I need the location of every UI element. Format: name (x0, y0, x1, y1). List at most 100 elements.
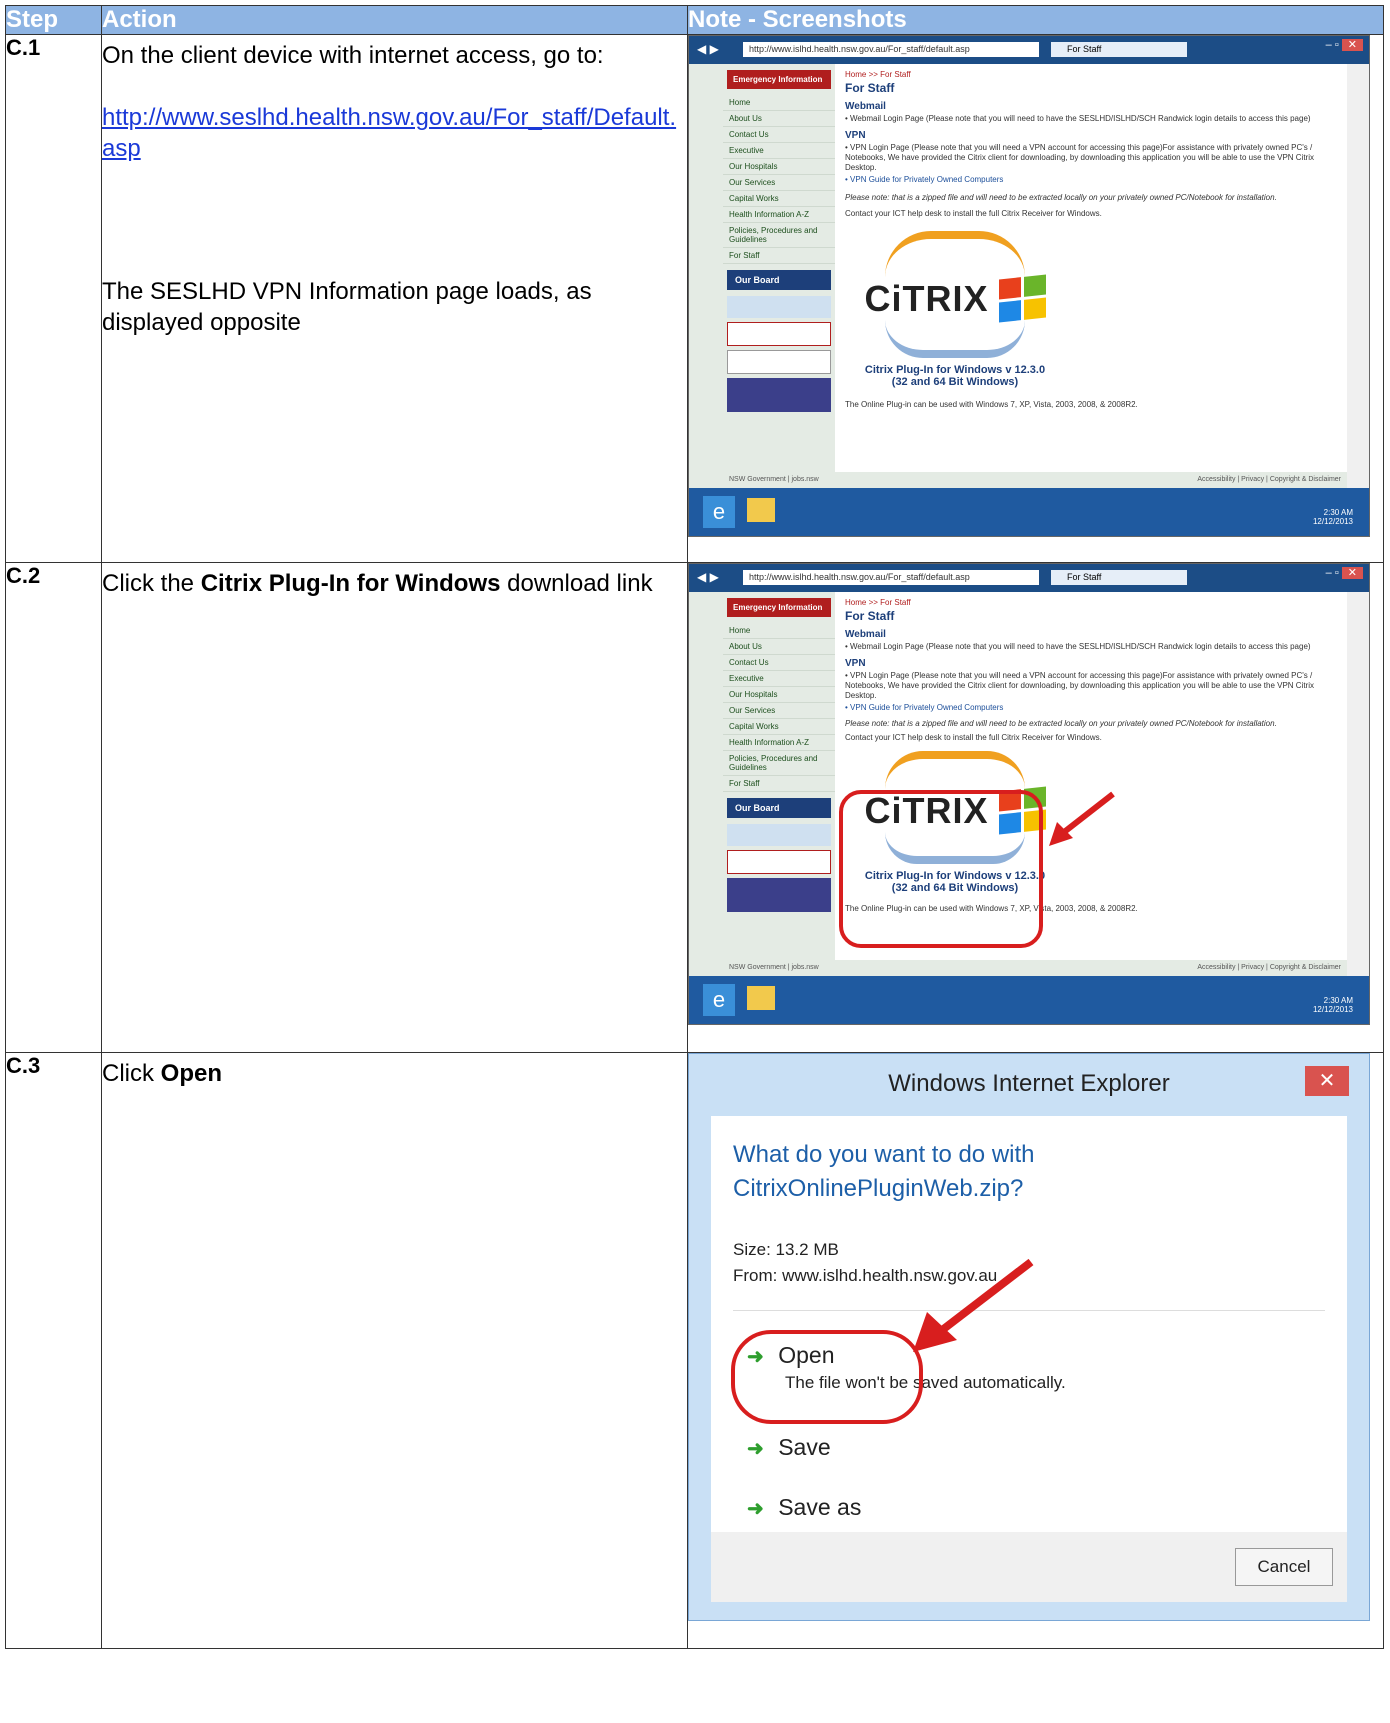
site-content: Home >> For Staff For Staff Webmail • We… (835, 64, 1347, 488)
nav-hospitals[interactable]: Our Hospitals (723, 687, 835, 703)
nav-services[interactable]: Our Services (723, 703, 835, 719)
note-text: Please note: that is a zipped file and w… (845, 719, 1277, 728)
emergency-banner[interactable]: Emergency Information (727, 70, 831, 89)
screenshot-cell: ◀ ▶ http://www.islhd.health.nsw.gov.au/F… (687, 562, 1384, 1053)
promo-banner[interactable] (727, 296, 831, 318)
action-text: The SESLHD VPN Information page loads, a… (102, 278, 592, 336)
our-board-banner[interactable]: Our Board (727, 270, 831, 290)
citrix-download-link[interactable]: CiTRIX Citrix Plug-In for Windows v 12.3… (855, 231, 1055, 388)
screenshot-cell: ◀ ▶ http://www.islhd.health.nsw.gov.au/F… (687, 34, 1384, 563)
scrollbar[interactable] (1347, 592, 1369, 976)
address-bar[interactable]: http://www.islhd.health.nsw.gov.au/For_s… (743, 570, 1039, 585)
back-icon[interactable]: ◀ ▶ (697, 570, 719, 584)
site-footer: NSW Government | jobs.nsw Accessibility … (723, 960, 1347, 976)
promo-banner[interactable] (727, 824, 831, 846)
dialog-question: What do you want to do with CitrixOnline… (733, 1141, 1035, 1202)
webmail-heading: Webmail (845, 629, 886, 640)
breadcrumb: Home >> For Staff (845, 598, 911, 607)
our-board-banner[interactable]: Our Board (727, 798, 831, 818)
cancel-button[interactable]: Cancel (1235, 1548, 1333, 1586)
table-row: C.3 Click Open Windows Internet Explorer… (5, 1052, 1384, 1649)
action-cell: Click Open (101, 1052, 688, 1649)
citrix-caption: (32 and 64 Bit Windows) (891, 376, 1019, 388)
screenshot-cell: Windows Internet Explorer ✕ What do you … (687, 1052, 1384, 1649)
nav-services[interactable]: Our Services (723, 175, 835, 191)
taskbar: e 2:30 AM 12/12/2013 (689, 488, 1369, 536)
browser-screenshot: ◀ ▶ http://www.islhd.health.nsw.gov.au/F… (688, 563, 1370, 1025)
nav-staff[interactable]: For Staff (723, 776, 835, 792)
webmail-text: • Webmail Login Page (Please note that y… (845, 642, 1311, 651)
promo-banner[interactable] (727, 850, 831, 874)
note-text: Please note: that is a zipped file and w… (845, 193, 1277, 202)
nav-policies[interactable]: Policies, Procedures and Guidelines (723, 223, 835, 248)
nav-contact[interactable]: Contact Us (723, 127, 835, 143)
nav-policies[interactable]: Policies, Procedures and Guidelines (723, 751, 835, 776)
citrix-logo: CiTRIX (864, 277, 989, 319)
nav-staff[interactable]: For Staff (723, 248, 835, 264)
footer-left[interactable]: NSW Government | jobs.nsw (729, 476, 819, 483)
ie-icon[interactable]: e (703, 984, 735, 1016)
staff-page-link[interactable]: http://www.seslhd.health.nsw.gov.au/For_… (102, 102, 687, 164)
nav-about[interactable]: About Us (723, 111, 835, 127)
header-row: Step Action Note - Screenshots (5, 5, 1384, 35)
promo-banner[interactable] (727, 322, 831, 346)
arrow-right-icon: ➜ (747, 1438, 764, 1460)
promo-banner[interactable] (727, 378, 831, 412)
vpn-guide-link[interactable]: • VPN Guide for Privately Owned Computer… (845, 175, 1337, 185)
vpn-heading: VPN (845, 130, 866, 141)
nav-executive[interactable]: Executive (723, 143, 835, 159)
nav-health-info[interactable]: Health Information A-Z (723, 207, 835, 223)
footer-right[interactable]: Accessibility | Privacy | Copyright & Di… (1197, 960, 1341, 976)
windows-flag-icon (998, 274, 1046, 323)
browser-tab[interactable]: For Staff (1051, 570, 1187, 585)
nav-hospitals[interactable]: Our Hospitals (723, 159, 835, 175)
nav-home[interactable]: Home (723, 95, 835, 111)
header-step: Step (5, 5, 102, 35)
breadcrumb: Home >> For Staff (845, 70, 911, 79)
window-controls-icon[interactable]: – ▫ ✕ (1326, 566, 1363, 579)
nav-capital[interactable]: Capital Works (723, 719, 835, 735)
save-option[interactable]: ➜ Save (747, 1434, 831, 1461)
contact-text: Contact your ICT help desk to install th… (845, 733, 1102, 742)
nav-contact[interactable]: Contact Us (723, 655, 835, 671)
nav-home[interactable]: Home (723, 623, 835, 639)
action-text: On the client device with internet acces… (102, 42, 604, 69)
scrollbar[interactable] (1347, 64, 1369, 488)
save-label: Save (778, 1434, 831, 1460)
contact-text: Contact your ICT help desk to install th… (845, 209, 1102, 218)
site-sidebar: Emergency Information Home About Us Cont… (723, 592, 835, 976)
ie-icon[interactable]: e (703, 496, 735, 528)
online-text: The Online Plug-in can be used with Wind… (845, 400, 1138, 409)
promo-banner[interactable] (727, 350, 831, 374)
dialog-title: Windows Internet Explorer (888, 1070, 1170, 1097)
footer-right[interactable]: Accessibility | Privacy | Copyright & Di… (1197, 472, 1341, 488)
browser-toolbar: ◀ ▶ http://www.islhd.health.nsw.gov.au/F… (689, 564, 1369, 592)
table-row: C.1 On the client device with internet a… (5, 34, 1384, 563)
vpn-text: • VPN Login Page (Please note that you w… (845, 143, 1314, 172)
folder-icon[interactable] (747, 986, 775, 1010)
browser-tab[interactable]: For Staff (1051, 42, 1187, 57)
vpn-heading: VPN (845, 658, 866, 669)
step-number: C.3 (5, 1052, 102, 1649)
save-as-option[interactable]: ➜ Save as (747, 1494, 861, 1521)
vpn-guide-link[interactable]: • VPN Guide for Privately Owned Computer… (845, 703, 1337, 713)
page-title: For Staff (845, 81, 895, 95)
promo-banner[interactable] (727, 878, 831, 912)
red-arrow-icon (913, 1258, 1034, 1352)
save-as-label: Save as (778, 1494, 862, 1520)
nav-about[interactable]: About Us (723, 639, 835, 655)
close-icon[interactable]: ✕ (1305, 1066, 1349, 1096)
nav-health-info[interactable]: Health Information A-Z (723, 735, 835, 751)
emergency-banner[interactable]: Emergency Information (727, 598, 831, 617)
address-bar[interactable]: http://www.islhd.health.nsw.gov.au/For_s… (743, 42, 1039, 57)
folder-icon[interactable] (747, 498, 775, 522)
red-arrow-icon (1049, 791, 1115, 846)
nav-executive[interactable]: Executive (723, 671, 835, 687)
action-bold: Open (160, 1060, 223, 1087)
window-controls-icon[interactable]: – ▫ ✕ (1326, 38, 1363, 51)
footer-left[interactable]: NSW Government | jobs.nsw (729, 964, 819, 971)
nav-capital[interactable]: Capital Works (723, 191, 835, 207)
back-icon[interactable]: ◀ ▶ (697, 42, 719, 56)
browser-toolbar: ◀ ▶ http://www.islhd.health.nsw.gov.au/F… (689, 36, 1369, 64)
steps-table: Step Action Note - Screenshots C.1 On th… (5, 5, 1384, 1649)
